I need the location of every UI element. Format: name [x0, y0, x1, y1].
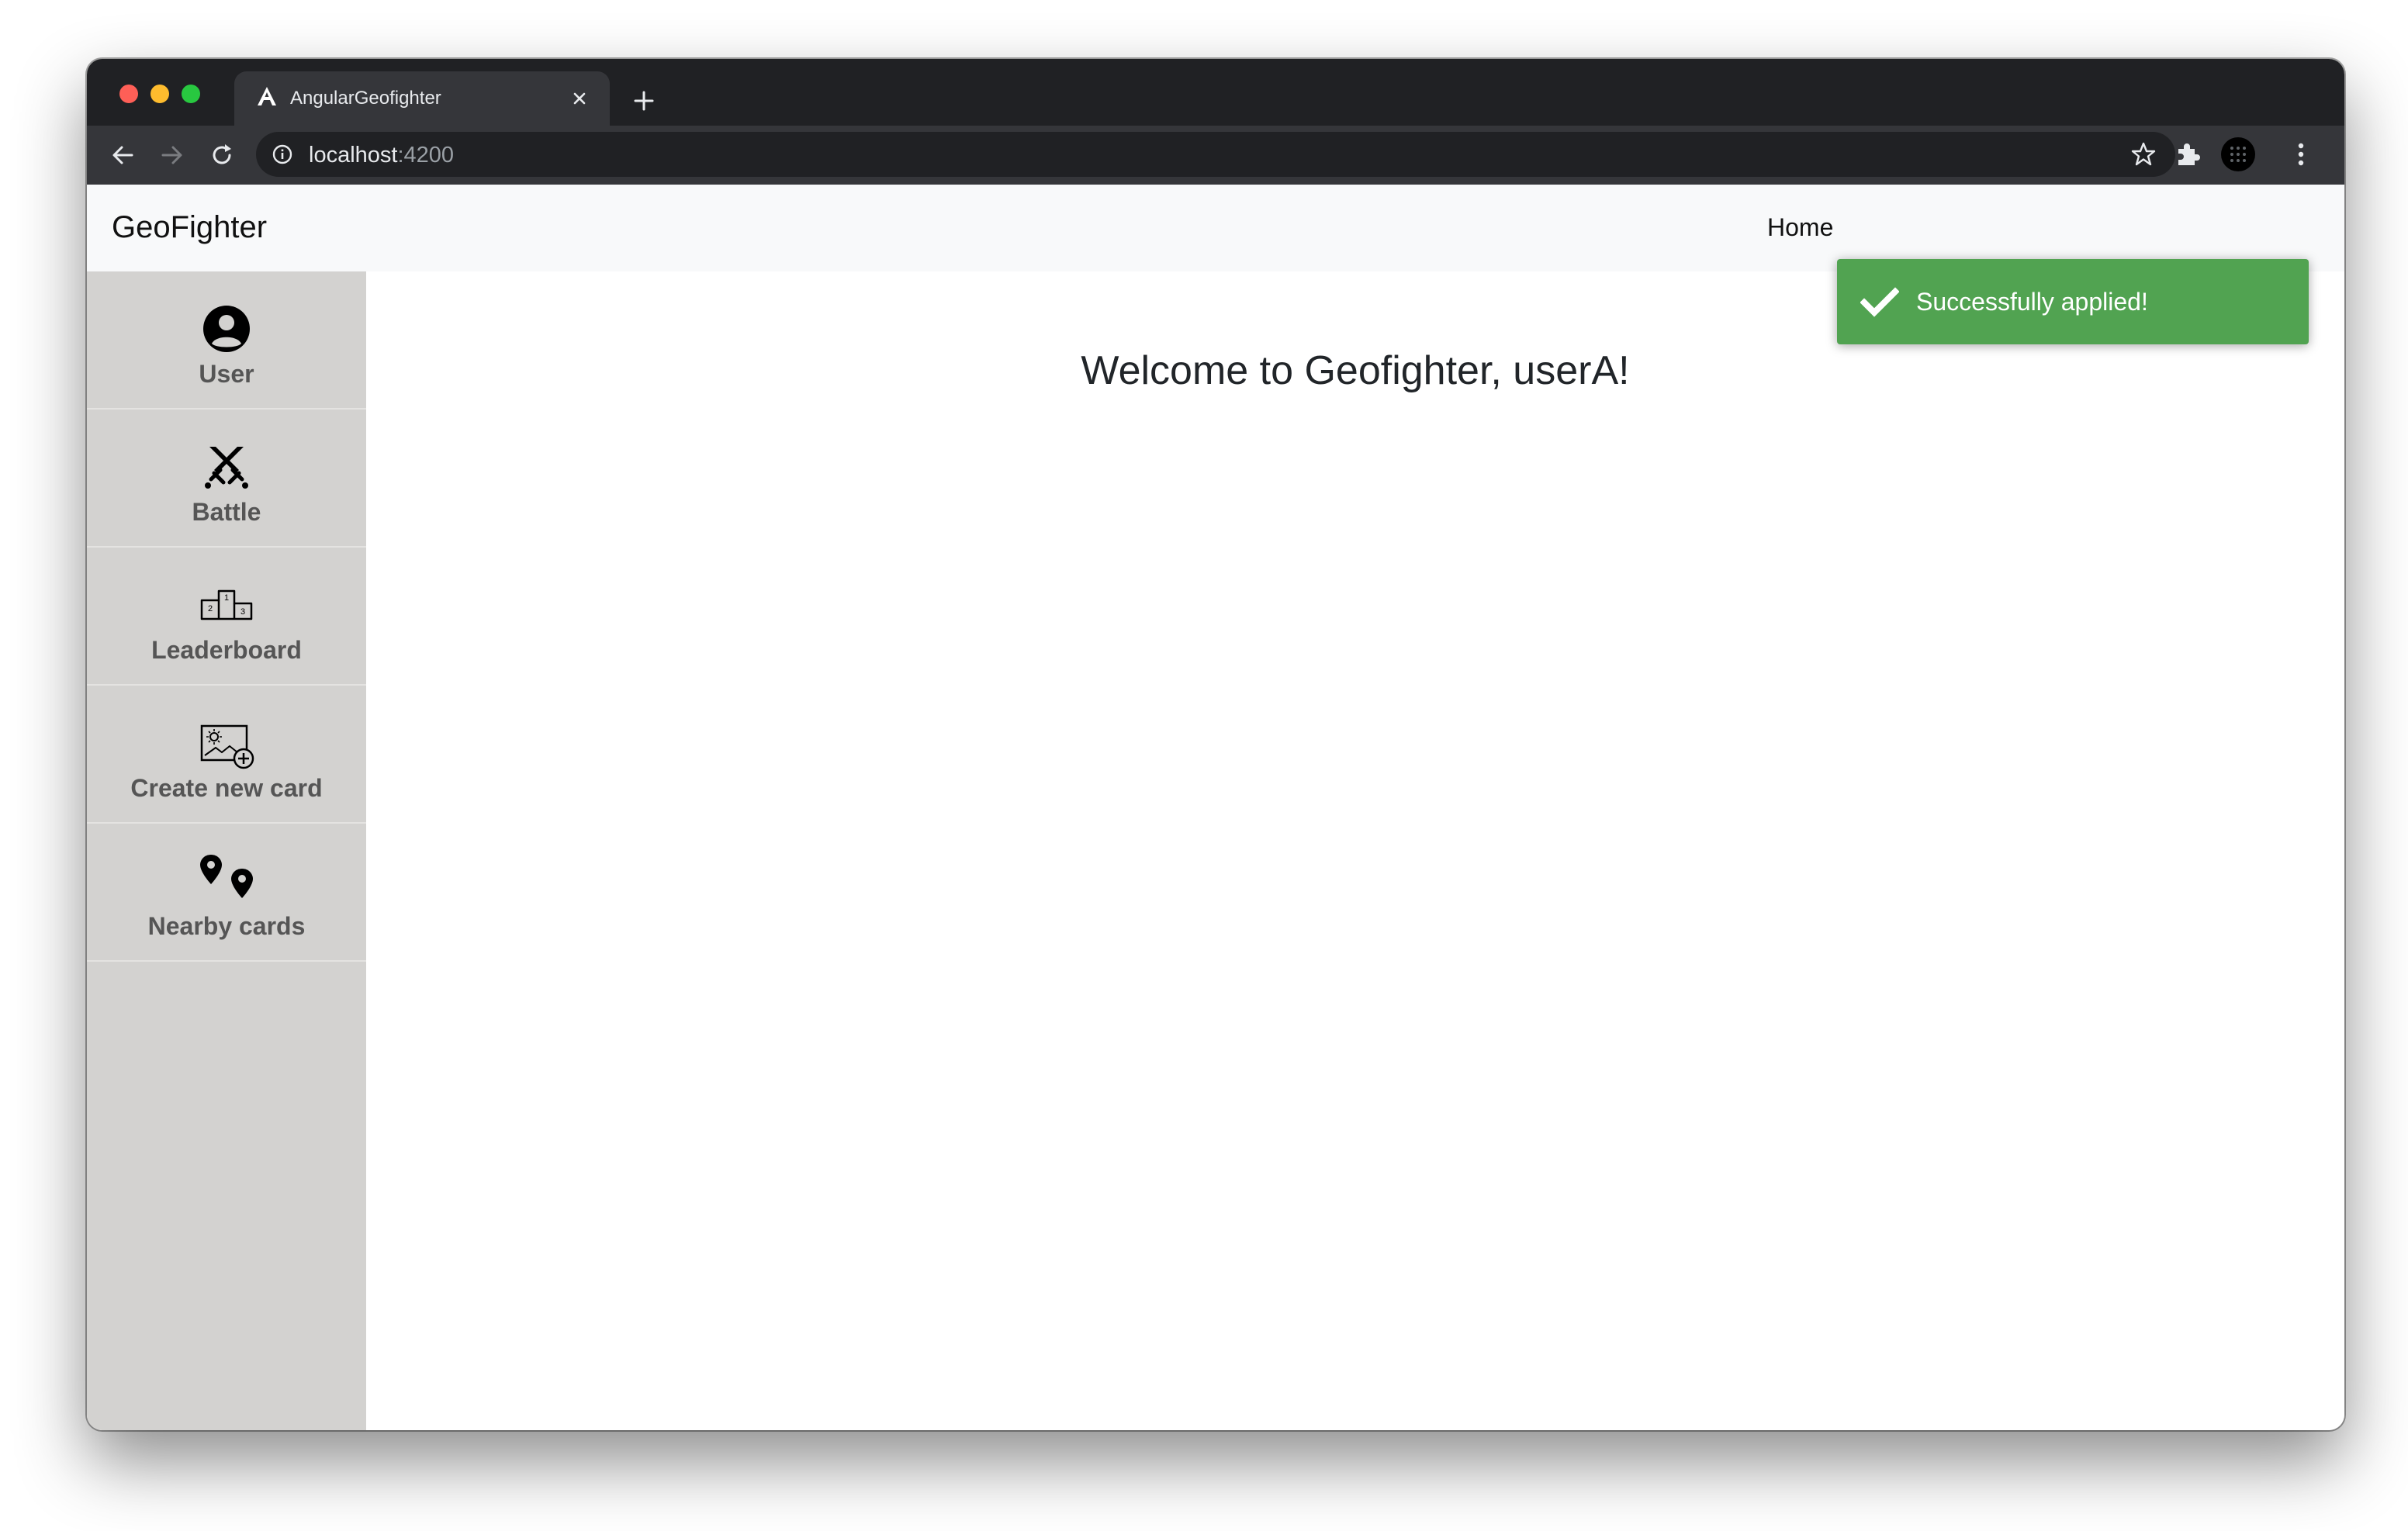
- sidebar-item-create-new-card[interactable]: Create new card: [87, 686, 366, 824]
- browser-window: AngularGeofighter localhost:4200 GeoFigh…: [87, 59, 2344, 1430]
- sidebar-item-nearby-cards[interactable]: Nearby cards: [87, 824, 366, 962]
- maximize-window-button[interactable]: [182, 85, 200, 103]
- browser-toolbar: localhost:4200: [87, 126, 2344, 185]
- profile-avatar-icon[interactable]: [2220, 137, 2256, 172]
- info-icon[interactable]: [272, 143, 293, 165]
- close-window-button[interactable]: [119, 85, 138, 103]
- success-toast[interactable]: Successfully applied!: [1837, 259, 2309, 344]
- address-bar[interactable]: localhost:4200: [256, 132, 2175, 177]
- kebab-menu-icon[interactable]: [2287, 140, 2315, 169]
- angular-logo-icon: [258, 87, 276, 105]
- url-host: localhost: [309, 143, 398, 168]
- page-content: GeoFighter Home User Battle 1 2 3 Leader…: [87, 185, 2344, 1430]
- sidebar-item-label: Leaderboard: [151, 636, 302, 664]
- svg-text:2: 2: [208, 604, 213, 613]
- sidebar-item-label: Battle: [192, 498, 261, 526]
- sidebar-item-label: User: [199, 360, 254, 388]
- bookmark-star-icon[interactable]: [2130, 141, 2157, 168]
- url-port: :4200: [397, 143, 455, 168]
- svg-text:3: 3: [240, 607, 245, 617]
- welcome-heading: Welcome to Geofighter, userA!: [1081, 348, 1630, 393]
- reload-icon[interactable]: [208, 141, 236, 169]
- close-tab-icon[interactable]: [568, 87, 591, 110]
- crossed-swords-icon: [205, 447, 248, 489]
- new-tab-icon[interactable]: [630, 87, 658, 115]
- add-image-card-icon: [200, 724, 254, 769]
- back-arrow-icon[interactable]: [109, 141, 137, 169]
- svg-text:1: 1: [224, 593, 229, 603]
- tab-title: AngularGeofighter: [290, 88, 441, 109]
- podium-icon: 1 2 3: [200, 589, 253, 620]
- user-circle-icon: [203, 306, 250, 352]
- checkmark-icon: [1860, 287, 1899, 317]
- nav-link-home[interactable]: Home: [1767, 213, 1833, 242]
- forward-arrow-icon[interactable]: [158, 141, 186, 169]
- browser-title-bar: AngularGeofighter: [87, 59, 2344, 126]
- browser-tab[interactable]: AngularGeofighter: [234, 71, 610, 126]
- minimize-window-button[interactable]: [150, 85, 169, 103]
- sidebar: User Battle 1 2 3 Leaderboard Create new…: [87, 271, 366, 1430]
- sidebar-item-leaderboard[interactable]: 1 2 3 Leaderboard: [87, 548, 366, 686]
- url-text: localhost:4200: [309, 143, 454, 168]
- map-pins-icon: [200, 855, 253, 898]
- extensions-puzzle-icon[interactable]: [2172, 140, 2202, 169]
- sidebar-item-user[interactable]: User: [87, 271, 366, 410]
- toast-message: Successfully applied!: [1916, 288, 2148, 316]
- sidebar-item-label: Create new card: [130, 774, 323, 802]
- sidebar-item-battle[interactable]: Battle: [87, 410, 366, 548]
- sidebar-item-label: Nearby cards: [147, 912, 306, 940]
- app-brand[interactable]: GeoFighter: [112, 209, 267, 245]
